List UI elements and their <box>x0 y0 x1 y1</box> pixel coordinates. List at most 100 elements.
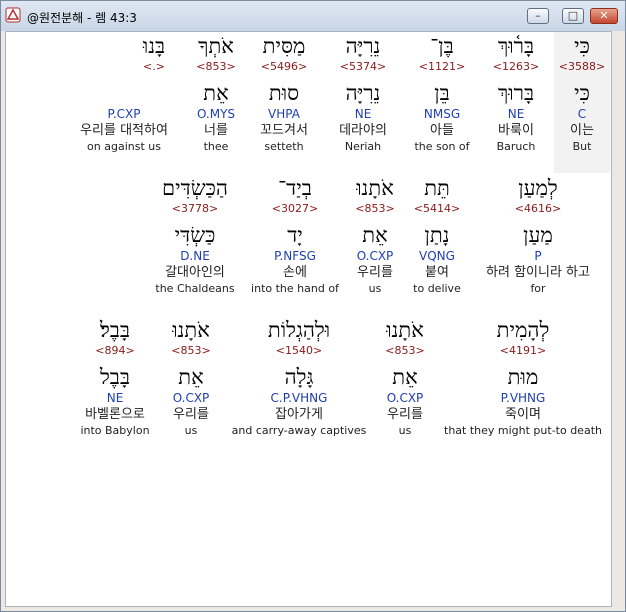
english-gloss: that they might put-to death <box>444 424 602 437</box>
morph-code: O.CXP <box>172 391 210 405</box>
hebrew-word: בָּבֶל׃ <box>99 318 131 342</box>
korean-gloss: 죽이며 <box>505 407 541 422</box>
word-cell[interactable]: בָּנוּ <.> P.CXP 우리를 대적하여 on against us <box>64 32 184 155</box>
lexical-form <box>64 80 184 106</box>
hebrew-word: תֵּת <box>424 176 450 200</box>
title-bar[interactable]: @원전분해 - 렘 43:3 – □ ✕ <box>1 1 625 31</box>
hebrew-word: אֹתְךָ <box>198 34 234 58</box>
word-cell[interactable]: בְיַד־ <3027> יָד P.NFSG 손에 into the han… <box>246 174 344 297</box>
word-cell[interactable]: בֶּן־ <1121> בֵּן NMSG 아들 the son of <box>406 32 478 155</box>
hebrew-word: בֶּן־ <box>430 34 454 58</box>
morph-code: NE <box>507 107 525 121</box>
morph-code: VHPA <box>268 107 300 121</box>
korean-gloss: 갈대아인의 <box>165 265 225 280</box>
english-gloss: on against us <box>87 140 161 153</box>
morph-code: C.P.VHNG <box>270 391 328 405</box>
strong-number[interactable]: <1121> <box>406 60 478 74</box>
strong-number[interactable]: <1540> <box>224 344 374 358</box>
strong-number[interactable]: <5414> <box>406 202 468 216</box>
minimize-icon: – <box>535 9 541 22</box>
morph-code: P.VHNG <box>500 391 546 405</box>
strong-number[interactable]: <3778> <box>146 202 244 216</box>
morph-code: O.CXP <box>356 249 394 263</box>
korean-gloss: 붙여 <box>425 265 449 280</box>
english-gloss: us <box>184 424 198 437</box>
strong-number[interactable]: <1263> <box>486 60 546 74</box>
morph-code: VQNG <box>419 249 455 263</box>
english-gloss: But <box>572 140 592 153</box>
morph-code: O.CXP <box>386 391 424 405</box>
strong-number[interactable]: <4191> <box>438 344 608 358</box>
korean-gloss: 이는 <box>570 123 594 138</box>
minimize-button[interactable]: – <box>527 8 549 24</box>
morph-code: C <box>577 107 587 121</box>
word-cell[interactable]: אֹתָנוּ <853> אֵת O.CXP 우리를 us <box>160 316 222 439</box>
word-cell[interactable]: כִּי <3588> כִּי C 이는 But <box>554 32 610 173</box>
english-gloss: for <box>530 282 546 295</box>
strong-number[interactable]: <853> <box>160 344 222 358</box>
word-cell[interactable]: תֵּת <5414> נָתַן VQNG 붙여 to delive <box>406 174 468 297</box>
hebrew-word: אֹתָנוּ <box>172 318 210 342</box>
lexical-form: כִּי <box>574 81 590 105</box>
word-cell[interactable]: וּלְהַגְלוֹת <1540> גָּלָה C.P.VHNG 잡아가게… <box>224 316 374 439</box>
lexical-form: סוּת <box>268 81 300 105</box>
lexical-form: בָּרוּךְ <box>497 81 535 105</box>
hebrew-word: אֹתָנוּ <box>356 176 394 200</box>
strong-number[interactable]: <5374> <box>329 60 397 74</box>
english-gloss: the son of <box>414 140 470 153</box>
korean-gloss: 우리를 대적하여 <box>80 123 168 138</box>
strong-number[interactable]: <3588> <box>554 60 610 74</box>
strong-number[interactable]: <853> <box>374 344 436 358</box>
korean-gloss: 바벨론으로 <box>85 407 145 422</box>
window-frame-right <box>612 31 625 607</box>
lexical-form: בָּבֶל <box>99 365 131 389</box>
morph-code: O.MYS <box>196 107 236 121</box>
word-cell[interactable]: בָּר֫וּךְ <1263> בָּרוּךְ NE 바룩이 Baruch <box>486 32 546 155</box>
word-cell[interactable]: לְמַעַן <4616> מַעַן P 하려 함이니라 하고 for <box>468 174 608 297</box>
lexical-form: אֵת <box>203 81 229 105</box>
lexical-form: בֵּן <box>434 81 450 105</box>
korean-gloss: 아들 <box>430 123 454 138</box>
korean-gloss: 바룩이 <box>498 123 534 138</box>
korean-gloss: 우리를 <box>387 407 423 422</box>
strong-number[interactable]: <853> <box>344 202 406 216</box>
word-cell[interactable]: לְהָמִית <4191> מוּת P.VHNG 죽이며 that the… <box>438 316 608 439</box>
lexical-form: יָד <box>287 223 303 247</box>
lexical-form: נָתַן <box>424 223 450 247</box>
lexical-form: אֵת <box>178 365 204 389</box>
english-gloss: thee <box>203 140 229 153</box>
maximize-button[interactable]: □ <box>562 8 584 24</box>
app-window: @원전분해 - 렘 43:3 – □ ✕ כִּי <3588> כִּי C … <box>0 0 626 612</box>
strong-number[interactable]: <4616> <box>468 202 608 216</box>
word-cell[interactable]: אֹתָנוּ <853> אֵת O.CXP 우리를 us <box>344 174 406 297</box>
korean-gloss: 데라야의 <box>339 123 387 138</box>
lexical-form: אֵת <box>362 223 388 247</box>
korean-gloss: 우리를 <box>173 407 209 422</box>
lexical-form: גָּלָה <box>284 365 314 389</box>
lexical-form: מַעַן <box>523 223 553 247</box>
word-cell[interactable]: אֹתָנוּ <853> אֵת O.CXP 우리를 us <box>374 316 436 439</box>
close-button[interactable]: ✕ <box>590 8 618 24</box>
window-title: @원전분해 - 렘 43:3 <box>27 11 137 25</box>
word-cell[interactable]: אֹתְךָ <853> אֵת O.MYS 너를 thee <box>184 32 248 155</box>
lexical-form: אֵת <box>392 365 418 389</box>
strong-number[interactable]: <853> <box>184 60 248 74</box>
hebrew-word: נֵרִיָּה <box>345 34 381 58</box>
word-cell[interactable]: מַסִּית <5496> סוּת VHPA 꼬드겨서 setteth <box>251 32 317 155</box>
word-cell[interactable]: הַכַּשְׂדִּים <3778> כַּשְׂדִּי D.NE 갈대아… <box>146 174 244 297</box>
strong-number[interactable]: <894> <box>72 344 158 358</box>
hebrew-word: בָּר֫וּךְ <box>497 34 535 58</box>
korean-gloss: 우리를 <box>357 265 393 280</box>
word-cell[interactable]: בָּבֶל׃ <894> בָּבֶל NE 바벨론으로 into Babyl… <box>72 316 158 439</box>
analysis-panel: כִּי <3588> כִּי C 이는 But בָּר֫וּךְ <126… <box>5 31 612 607</box>
strong-number[interactable]: <3027> <box>246 202 344 216</box>
hebrew-word: בָּנוּ <box>142 34 166 58</box>
hebrew-word: מַסִּית <box>262 34 306 58</box>
morph-code: D.NE <box>180 249 210 263</box>
korean-gloss: 잡아가게 <box>275 407 323 422</box>
word-cell[interactable]: נֵרִיָּה <5374> נֵרִיָּה NE 데라야의 Neriah <box>329 32 397 155</box>
english-gloss: Baruch <box>496 140 536 153</box>
strong-number[interactable]: <.> <box>64 60 184 74</box>
app-logo-icon <box>5 7 21 23</box>
strong-number[interactable]: <5496> <box>251 60 317 74</box>
